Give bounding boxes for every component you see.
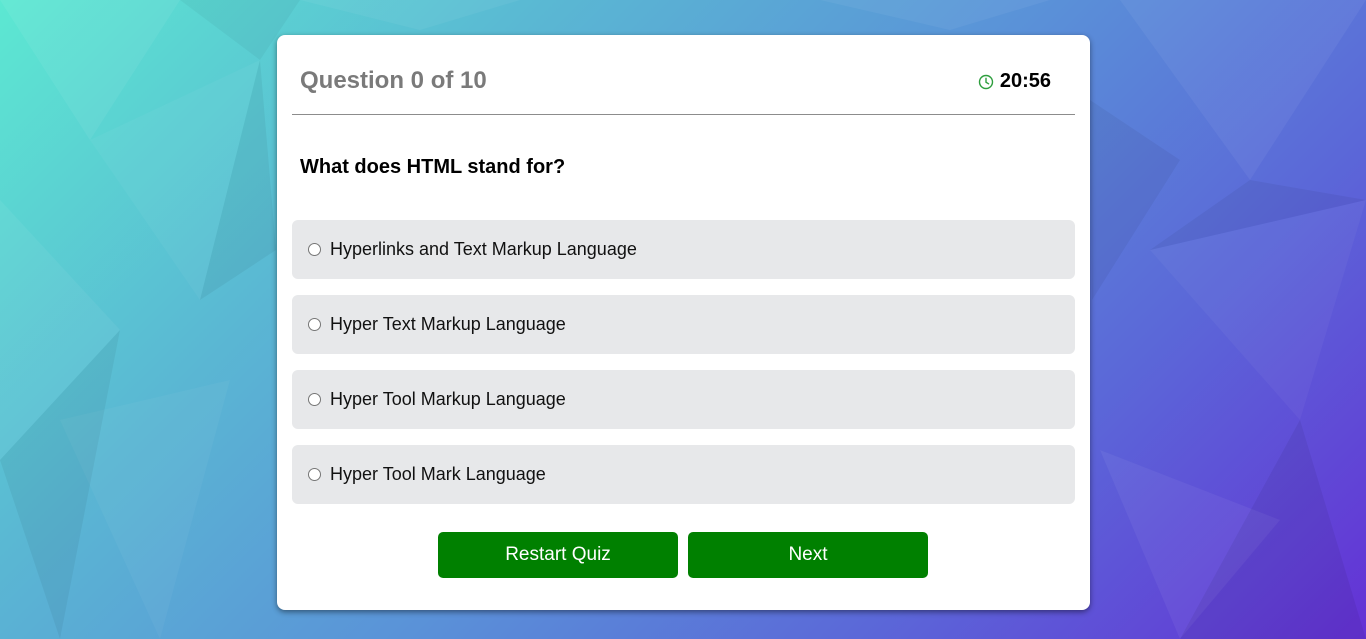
answer-option[interactable]: Hyper Tool Mark Language	[292, 445, 1075, 504]
radio-button[interactable]	[308, 467, 321, 481]
quiz-actions: Restart Quiz Next	[438, 532, 928, 578]
clock-icon	[978, 74, 994, 90]
answer-option-label: Hyper Text Markup Language	[330, 314, 566, 334]
answer-option[interactable]: Hyperlinks and Text Markup Language	[292, 220, 1075, 279]
answer-option[interactable]: Hyper Tool Markup Language	[292, 370, 1075, 429]
answer-option[interactable]: Hyper Text Markup Language	[292, 295, 1075, 354]
radio-button[interactable]	[308, 317, 321, 331]
radio-button[interactable]	[308, 392, 321, 406]
quiz-header: Question 0 of 10 20:56	[292, 35, 1075, 115]
answer-options: Hyperlinks and Text Markup Language Hype…	[292, 220, 1075, 520]
answer-option-label: Hyper Tool Markup Language	[330, 389, 566, 409]
restart-quiz-button[interactable]: Restart Quiz	[438, 532, 678, 578]
timer-value: 20:56	[999, 70, 1051, 92]
next-button[interactable]: Next	[688, 532, 928, 578]
question-counter: Question 0 of 10	[300, 67, 487, 94]
answer-option-label: Hyper Tool Mark Language	[330, 464, 546, 484]
answer-option-label: Hyperlinks and Text Markup Language	[330, 239, 637, 259]
quiz-card: Question 0 of 10 20:56 What does HTML st…	[277, 35, 1090, 610]
timer: 20:56	[978, 70, 1051, 93]
radio-button[interactable]	[308, 242, 321, 256]
question-text: What does HTML stand for?	[300, 156, 566, 178]
